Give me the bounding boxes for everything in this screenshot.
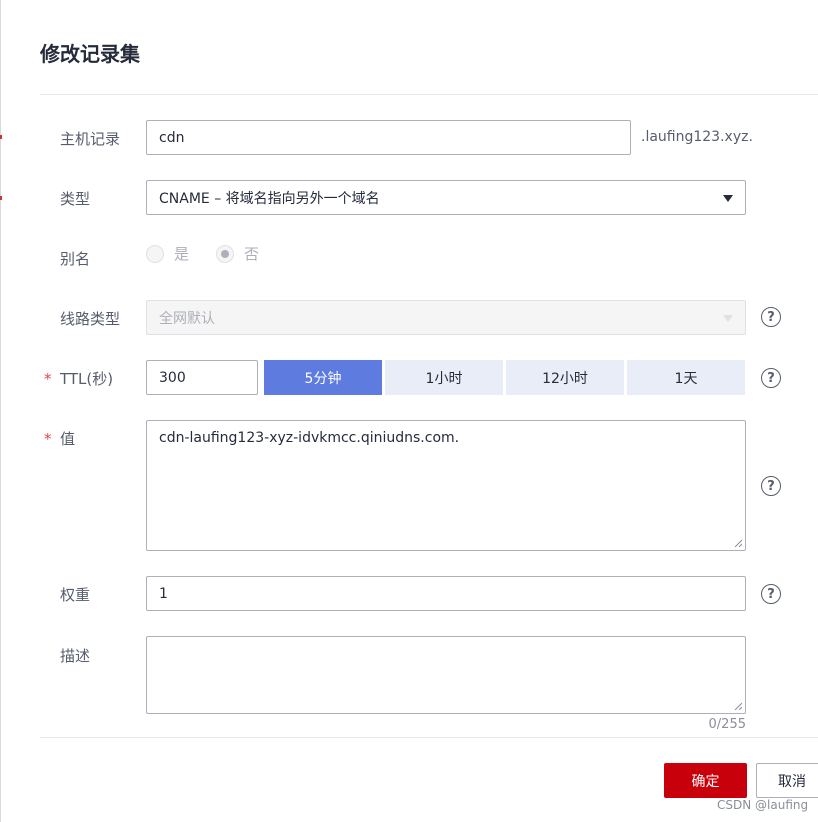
weight-value: 1: [159, 585, 168, 602]
line-type-value: 全网默认: [159, 310, 215, 327]
chevron-down-icon: [723, 314, 733, 322]
radio-checked-icon: [216, 244, 234, 263]
alias-radio-no[interactable]: 否: [216, 243, 259, 264]
help-icon[interactable]: ?: [761, 368, 781, 388]
window-edge: [0, 0, 1, 822]
ttl-preset-5min[interactable]: 5分钟: [264, 360, 382, 395]
line-type-label: 线路类型: [60, 310, 121, 328]
domain-suffix: .laufing123.xyz.: [641, 129, 753, 145]
description-textarea[interactable]: [146, 636, 746, 714]
required-mark: *: [44, 370, 52, 388]
resize-handle-icon[interactable]: [734, 702, 742, 710]
watermark: CSDN @laufing: [717, 798, 809, 812]
host-record-label: 主机记录: [60, 130, 121, 148]
weight-input[interactable]: 1: [146, 576, 746, 611]
record-type-select[interactable]: CNAME – 将域名指向另外一个域名: [146, 180, 746, 215]
ttl-input[interactable]: 300: [146, 360, 258, 395]
help-icon[interactable]: ?: [761, 584, 781, 604]
weight-label: 权重: [60, 586, 91, 604]
confirm-button[interactable]: 确定: [664, 763, 747, 798]
edge-marker: [0, 196, 2, 200]
help-icon[interactable]: ?: [761, 307, 781, 327]
header-divider: [40, 94, 818, 95]
ttl-label: TTL(秒): [60, 370, 114, 388]
host-record-value: cdn: [159, 129, 185, 146]
record-type-value: CNAME – 将域名指向另外一个域名: [159, 190, 380, 207]
edge-marker: [0, 135, 2, 139]
char-counter: 0/255: [708, 717, 746, 732]
resize-handle-icon[interactable]: [734, 539, 742, 547]
description-label: 描述: [60, 647, 91, 665]
record-type-label: 类型: [60, 190, 91, 208]
ttl-preset-1hour[interactable]: 1小时: [385, 360, 503, 395]
cancel-button[interactable]: 取消: [756, 763, 818, 798]
chevron-down-icon: [723, 194, 733, 202]
line-type-select: 全网默认: [146, 300, 746, 335]
value-label: 值: [60, 430, 76, 448]
alias-label: 别名: [60, 250, 91, 268]
required-mark: *: [44, 430, 52, 448]
footer-divider: [40, 737, 818, 738]
ttl-preset-12hours[interactable]: 12小时: [506, 360, 624, 395]
alias-option-yes: 是: [174, 245, 190, 263]
ttl-value: 300: [159, 369, 186, 386]
ttl-preset-1day[interactable]: 1天: [627, 360, 745, 395]
alias-radio-yes[interactable]: 是: [146, 243, 189, 264]
dialog-title: 修改记录集: [40, 42, 140, 66]
value-textarea[interactable]: cdn-laufing123-xyz-idvkmcc.qiniudns.com.: [146, 420, 746, 551]
radio-circle-icon: [146, 244, 164, 263]
help-icon[interactable]: ?: [761, 476, 781, 496]
alias-option-no: 否: [244, 245, 260, 263]
value-text: cdn-laufing123-xyz-idvkmcc.qiniudns.com.: [159, 430, 460, 446]
host-record-input[interactable]: cdn: [146, 120, 631, 155]
